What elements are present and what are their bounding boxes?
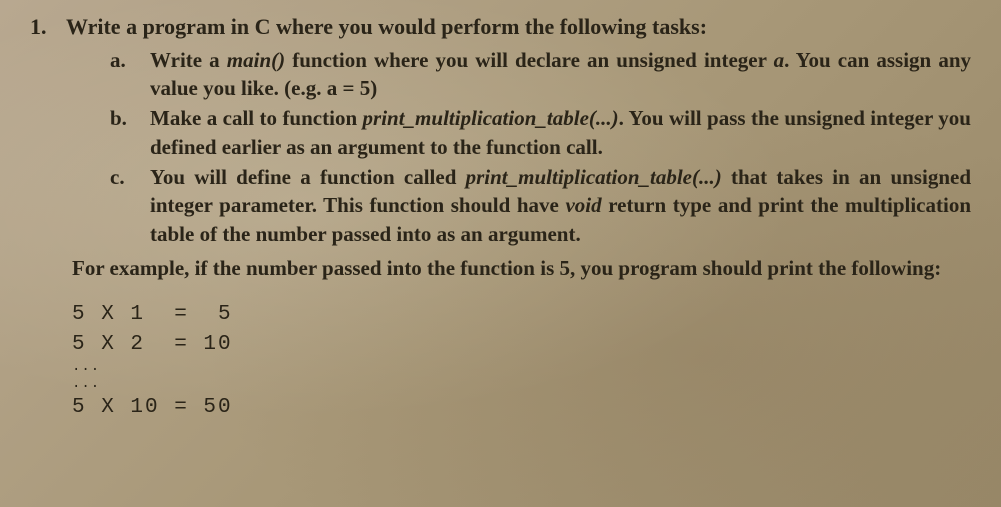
output-line: 5 X 1 = 5 bbox=[72, 300, 971, 329]
output-line: 5 X 10 = 50 bbox=[72, 393, 971, 422]
sub-text: Write a main() function where you will d… bbox=[150, 46, 971, 103]
sub-item-b: b. Make a call to function print_multipl… bbox=[110, 104, 971, 161]
sub-letter: a. bbox=[110, 48, 132, 73]
question-header: 1. Write a program in C where you would … bbox=[30, 12, 971, 42]
example-output: 5 X 1 = 5 5 X 2 = 10 ... ... 5 X 10 = 50 bbox=[72, 300, 971, 422]
sub-item-list: a. Write a main() function where you wil… bbox=[110, 46, 971, 248]
sub-letter: c. bbox=[110, 165, 132, 190]
sub-text: Make a call to function print_multiplica… bbox=[150, 104, 971, 161]
output-ellipsis: ... bbox=[72, 376, 971, 393]
question-prompt: Write a program in C where you would per… bbox=[66, 12, 707, 42]
output-ellipsis: ... bbox=[72, 359, 971, 376]
example-intro: For example, if the number passed into t… bbox=[72, 254, 971, 282]
question-number: 1. bbox=[30, 14, 52, 40]
sub-text: You will define a function called print_… bbox=[150, 163, 971, 248]
sub-letter: b. bbox=[110, 106, 132, 131]
sub-item-c: c. You will define a function called pri… bbox=[110, 163, 971, 248]
output-line: 5 X 2 = 10 bbox=[72, 330, 971, 359]
sub-item-a: a. Write a main() function where you wil… bbox=[110, 46, 971, 103]
document-content: 1. Write a program in C where you would … bbox=[30, 12, 971, 422]
